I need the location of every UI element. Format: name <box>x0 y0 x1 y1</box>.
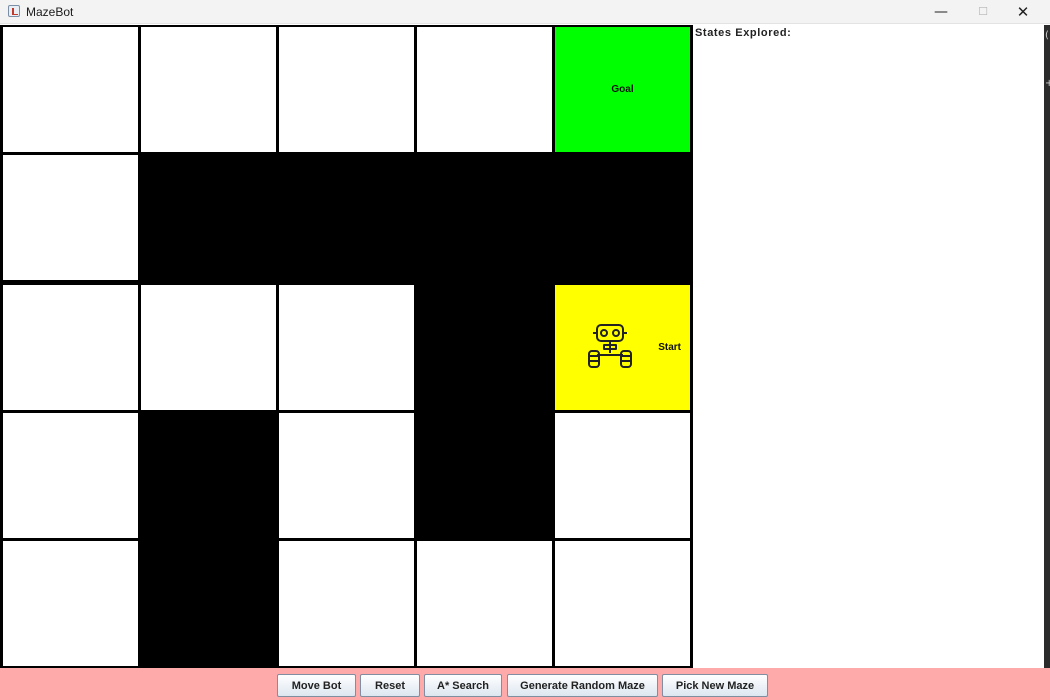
pick-new-maze-button[interactable]: Pick New Maze <box>662 674 768 697</box>
open-cell <box>141 27 276 152</box>
start-label: Start <box>658 342 681 353</box>
open-cell <box>141 285 276 410</box>
maze-grid: Goal Start <box>0 25 693 669</box>
maximize-icon[interactable]: ☐ <box>962 0 1004 24</box>
goal-label: Goal <box>611 84 634 95</box>
wall-cell <box>138 410 279 541</box>
window-title: MazeBot <box>26 5 74 19</box>
open-cell <box>417 541 552 666</box>
wall-cell <box>414 282 555 413</box>
title-bar: MazeBot — ☐ ✕ <box>0 0 1050 24</box>
edge-glyph-icon: ( <box>1045 30 1049 41</box>
states-explored-panel: States Explored: <box>693 25 1044 668</box>
open-cell <box>279 413 414 538</box>
open-cell <box>3 27 138 152</box>
start-cell: Start <box>555 285 690 410</box>
open-cell <box>3 541 138 666</box>
astar-search-button[interactable]: A* Search <box>424 674 502 697</box>
wall-cell <box>552 152 693 283</box>
reset-button[interactable]: Reset <box>360 674 420 697</box>
edge-glyph-icon: + <box>1045 78 1050 89</box>
states-explored-title: States Explored: <box>695 27 792 39</box>
window-edge <box>1044 25 1050 668</box>
robot-icon <box>588 324 632 368</box>
minimize-icon[interactable]: — <box>920 0 962 24</box>
open-cell <box>555 541 690 666</box>
wall-cell <box>138 538 279 669</box>
open-cell <box>279 541 414 666</box>
move-bot-button[interactable]: Move Bot <box>277 674 356 697</box>
open-cell <box>279 285 414 410</box>
generate-random-maze-button[interactable]: Generate Random Maze <box>507 674 658 697</box>
open-cell <box>279 27 414 152</box>
java-cup-icon <box>8 5 20 17</box>
close-icon[interactable]: ✕ <box>1002 0 1044 24</box>
open-cell <box>3 413 138 538</box>
open-cell <box>555 413 690 538</box>
wall-cell <box>276 152 417 283</box>
goal-cell: Goal <box>555 27 690 152</box>
open-cell <box>3 155 138 280</box>
wall-cell <box>414 152 555 283</box>
wall-cell <box>414 410 555 541</box>
open-cell <box>3 285 138 410</box>
wall-cell <box>138 152 279 283</box>
open-cell <box>417 27 552 152</box>
